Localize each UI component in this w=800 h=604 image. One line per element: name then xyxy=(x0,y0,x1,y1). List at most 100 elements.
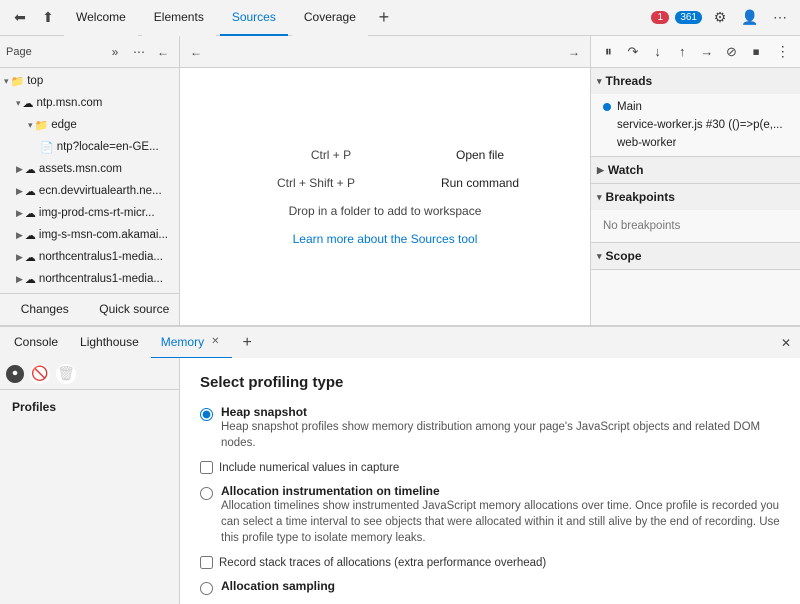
thread-main[interactable]: Main xyxy=(591,98,800,116)
tab-quick-source[interactable]: Quick source xyxy=(90,294,180,325)
pause-button[interactable]: ⏸ xyxy=(597,40,620,64)
allocation-content: Allocation instrumentation on timeline A… xyxy=(221,484,780,546)
error-badge: 1 xyxy=(651,11,669,24)
collapse-sources-icon[interactable]: ← xyxy=(186,42,206,62)
tree-item-north2[interactable]: ▶ ☁ northcentralus1-media... xyxy=(0,268,179,290)
tree-item-img-s[interactable]: ▶ ☁ img-s-msn-com.akamai... xyxy=(0,224,179,246)
trash-button[interactable]: 🗑 xyxy=(56,364,76,384)
left-panel: Page » ⋯ ← ▾ 📁 top ▾ ☁ ntp.msn.com ▾ xyxy=(0,36,180,325)
cloud-icon: ☁ xyxy=(23,97,34,110)
tab-memory-close[interactable]: ✕ xyxy=(208,335,222,348)
watch-header[interactable]: ▶ Watch xyxy=(591,157,800,183)
cloud-icon: ☁ xyxy=(25,207,36,220)
tree-item-edge[interactable]: ▾ 📁 edge xyxy=(0,114,179,136)
breakpoints-header[interactable]: ▾ Breakpoints xyxy=(591,184,800,210)
tab-memory-label: Memory xyxy=(161,335,204,349)
scope-section: ▾ Scope xyxy=(591,243,800,270)
tree-item-top[interactable]: ▾ 📁 top xyxy=(0,70,179,92)
profile-icon[interactable]: 👤 xyxy=(738,6,762,30)
tab-console[interactable]: Console xyxy=(4,327,68,359)
add-tab-icon[interactable]: + xyxy=(372,6,396,30)
page-label: Page xyxy=(6,46,101,58)
record-stack-traces-checkbox[interactable] xyxy=(200,556,213,569)
memory-options-panel: Select profiling type Heap snapshot Heap… xyxy=(180,358,800,604)
forward-icon[interactable]: ⬆ xyxy=(36,6,60,30)
cloud-icon: ☁ xyxy=(25,229,36,242)
heap-label[interactable]: Heap snapshot xyxy=(221,405,307,419)
step-button[interactable]: → xyxy=(696,40,719,64)
learn-link[interactable]: Learn more about the Sources tool xyxy=(293,232,478,246)
sampling-label[interactable]: Allocation sampling xyxy=(221,579,335,593)
add-tab-button[interactable]: + xyxy=(234,327,259,359)
cloud-icon: ☁ xyxy=(25,273,36,286)
deactivate-button[interactable]: ⊘ xyxy=(720,40,743,64)
top-toolbar: ⬅ ⬆ Welcome Elements Sources Coverage + … xyxy=(0,0,800,36)
step-over-button[interactable]: ↷ xyxy=(622,40,645,64)
thread-service-worker[interactable]: service-worker.js #30 (()=>p(e,... xyxy=(591,116,800,134)
include-numerical-checkbox[interactable] xyxy=(200,461,213,474)
bottom-left-tabs: Changes Quick source xyxy=(0,293,179,325)
clear-button[interactable]: 🚫 xyxy=(30,364,50,384)
tab-lighthouse[interactable]: Lighthouse xyxy=(70,327,149,359)
folder-icon: 📁 xyxy=(11,75,25,88)
thread-sw-label: service-worker.js #30 (()=>p(e,... xyxy=(603,119,783,131)
include-numerical-label[interactable]: Include numerical values in capture xyxy=(219,462,399,474)
pause-exception-button[interactable]: ⏹ xyxy=(745,40,768,64)
profiling-title: Select profiling type xyxy=(200,374,780,391)
tree-item-north1[interactable]: ▶ ☁ northcentralus1-media... xyxy=(0,246,179,268)
tab-welcome[interactable]: Welcome xyxy=(64,0,138,36)
expand-icon[interactable]: » xyxy=(105,42,125,62)
scope-header[interactable]: ▾ Scope xyxy=(591,243,800,269)
breakpoints-arrow: ▾ xyxy=(597,192,602,203)
left-more-icon[interactable]: ⋯ xyxy=(129,42,149,62)
tree-item-assets[interactable]: ▶ ☁ assets.msn.com xyxy=(0,158,179,180)
tab-memory[interactable]: Memory ✕ xyxy=(151,327,233,359)
more-debug-icon[interactable]: ⋮ xyxy=(771,40,794,64)
tab-elements[interactable]: Elements xyxy=(142,0,216,36)
allocation-label[interactable]: Allocation instrumentation on timeline xyxy=(221,484,440,498)
allocation-desc: Allocation timelines show instrumented J… xyxy=(221,498,780,546)
tree-item-ntp[interactable]: ▾ ☁ ntp.msn.com xyxy=(0,92,179,114)
heap-desc: Heap snapshot profiles show memory distr… xyxy=(221,419,780,451)
heap-option-content: Heap snapshot Heap snapshot profiles sho… xyxy=(221,405,780,451)
tab-changes[interactable]: Changes xyxy=(0,294,90,325)
shortcut-keys-2: Ctrl + Shift + P xyxy=(251,176,381,190)
tree-arrow: ▶ xyxy=(16,208,23,219)
tree-label: assets.msn.com xyxy=(39,163,122,175)
tree-label: img-prod-cms-rt-micr... xyxy=(39,207,155,219)
collapse-left-icon[interactable]: ← xyxy=(153,42,173,62)
tab-sources[interactable]: Sources xyxy=(220,0,288,36)
step-into-button[interactable]: ↓ xyxy=(646,40,669,64)
cloud-icon: ☁ xyxy=(25,251,36,264)
right-panel: ⏸ ↷ ↓ ↑ → ⊘ ⏹ ⋮ ▾ Threads Main xyxy=(590,36,800,325)
sampling-radio[interactable] xyxy=(200,582,213,595)
thread-dot-blue xyxy=(603,103,611,111)
allocation-radio[interactable] xyxy=(200,487,213,500)
close-bottom-panel[interactable]: ✕ xyxy=(776,333,796,353)
settings-icon[interactable]: ⚙ xyxy=(708,6,732,30)
workspace-text: Drop in a folder to add to workspace xyxy=(289,204,482,218)
expand-sources-icon[interactable]: → xyxy=(564,42,584,62)
threads-arrow: ▾ xyxy=(597,76,602,87)
scope-arrow: ▾ xyxy=(597,251,602,262)
shortcut-action-1: Open file xyxy=(456,148,504,162)
tree-item-ecn[interactable]: ▶ ☁ ecn.devvirtualearth.ne... xyxy=(0,180,179,202)
heap-snapshot-radio[interactable] xyxy=(200,408,213,421)
tree-item-ntp-file[interactable]: 📄 ntp?locale=en-GE... xyxy=(0,136,179,158)
record-stack-traces-label[interactable]: Record stack traces of allocations (extr… xyxy=(219,557,546,569)
step-out-button[interactable]: ↑ xyxy=(671,40,694,64)
folder-icon: 📁 xyxy=(35,119,49,132)
record-button[interactable]: ⏺ xyxy=(6,365,24,383)
tab-coverage[interactable]: Coverage xyxy=(292,0,368,36)
tree-item-img-prod[interactable]: ▶ ☁ img-prod-cms-rt-micr... xyxy=(0,202,179,224)
more-icon[interactable]: ⋯ xyxy=(768,6,792,30)
profile-option-allocation: Allocation instrumentation on timeline A… xyxy=(200,484,780,546)
back-icon[interactable]: ⬅ xyxy=(8,6,32,30)
shortcut-row-2: Ctrl + Shift + P Run command xyxy=(251,176,519,190)
thread-web-worker[interactable]: web-worker xyxy=(591,134,800,152)
tree-label: top xyxy=(27,75,43,87)
shortcut-row-1: Ctrl + P Open file xyxy=(266,148,504,162)
no-breakpoints-text: No breakpoints xyxy=(591,214,800,238)
threads-header[interactable]: ▾ Threads xyxy=(591,68,800,94)
sampling-content: Allocation sampling xyxy=(221,579,335,593)
